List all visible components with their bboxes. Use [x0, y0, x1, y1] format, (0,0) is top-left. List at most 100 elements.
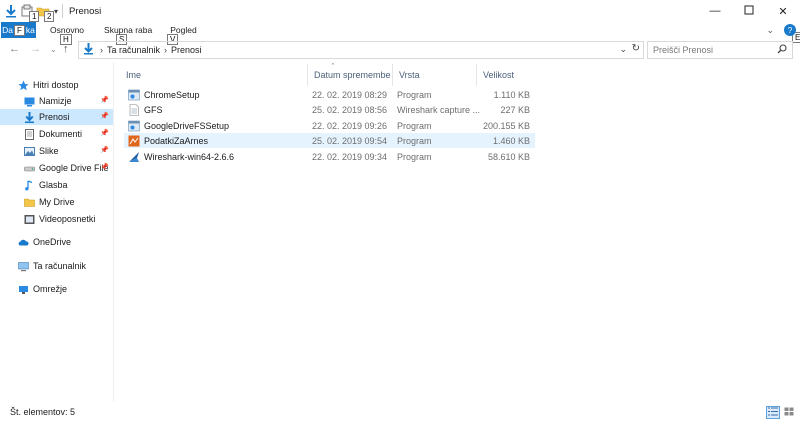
status-bar: Št. elementov: 5: [0, 402, 800, 422]
table-row[interactable]: Wireshark-win64-2.6.6 22. 02. 2019 09:34…: [124, 149, 535, 164]
sidebar-item-music[interactable]: Glasba: [0, 177, 113, 193]
breadcrumb-chevron-icon[interactable]: ›: [164, 45, 167, 55]
sidebar-item-label: Videoposnetki: [39, 214, 96, 224]
column-header-name[interactable]: Ime: [120, 64, 308, 86]
file-date: 25. 02. 2019 09:54: [312, 135, 388, 146]
maximize-button[interactable]: [732, 0, 766, 22]
capture-file-icon: [128, 103, 140, 116]
column-header-label: Ime: [126, 70, 142, 80]
file-type: Program: [397, 120, 432, 131]
file-name: Wireshark-win64-2.6.6: [144, 151, 235, 162]
program-icon: [128, 135, 140, 147]
breadcrumb-downloads[interactable]: Prenosi: [171, 45, 202, 55]
search-box[interactable]: [647, 41, 793, 59]
sidebar-item-onedrive[interactable]: OneDrive: [0, 234, 113, 250]
ribbon-tabs: Da F ka Osnovno Skupna raba Pogled ⌄ ?: [0, 22, 800, 38]
close-button[interactable]: ✕: [766, 0, 800, 22]
sidebar-item-network[interactable]: Omrežje: [0, 281, 113, 297]
sidebar-item-quick-access[interactable]: Hitri dostop: [0, 77, 113, 93]
pin-icon[interactable]: 📌: [100, 129, 109, 137]
pin-icon[interactable]: 📌: [100, 112, 109, 120]
star-icon: [18, 80, 29, 91]
pin-icon[interactable]: 📌: [100, 163, 109, 171]
sidebar-item-label: Slike: [39, 146, 59, 156]
pane-divider[interactable]: [113, 62, 114, 402]
up-arrow-icon[interactable]: ↑: [63, 43, 69, 55]
table-row[interactable]: GFS 25. 02. 2019 08:56 Wireshark capture…: [124, 102, 535, 117]
file-size: 1.460 KB: [492, 135, 530, 146]
tab-share[interactable]: Skupna raba: [104, 25, 152, 35]
cloud-icon: [18, 237, 29, 248]
navigation-pane: Hitri dostop Namizje 📌 Prenosi 📌 Dokumen…: [0, 62, 113, 402]
file-name: ChromeSetup: [144, 89, 200, 100]
pin-icon[interactable]: 📌: [100, 96, 109, 104]
file-name-cell: ChromeSetup: [128, 87, 200, 102]
window-title: Prenosi: [69, 5, 102, 17]
file-name-cell: GFS: [128, 102, 163, 117]
qat-dropdown-icon[interactable]: ▾: [54, 7, 58, 16]
tab-home[interactable]: Osnovno: [50, 25, 84, 35]
details-view-icon: [768, 407, 778, 418]
music-icon: [24, 179, 35, 191]
column-header-type[interactable]: Vrsta: [393, 64, 478, 86]
sidebar-item-label: OneDrive: [33, 237, 72, 247]
sidebar-item-label: Glasba: [39, 180, 68, 190]
back-arrow-icon[interactable]: ←: [9, 43, 20, 55]
details-view-button[interactable]: [766, 406, 780, 419]
column-header-size[interactable]: Velikost: [477, 64, 535, 86]
tab-view[interactable]: Pogled: [170, 25, 196, 35]
expand-ribbon-icon[interactable]: ⌄: [766, 25, 774, 36]
file-name: GoogleDriveFSSetup: [144, 120, 230, 131]
file-date: 22. 02. 2019 08:29: [312, 89, 388, 100]
title-separator: [62, 4, 64, 18]
file-name-cell: PodatkiZaArnes: [128, 133, 208, 148]
file-type: Program: [397, 89, 432, 100]
table-row[interactable]: GoogleDriveFSSetup 22. 02. 2019 09:26 Pr…: [124, 118, 535, 133]
sidebar-item-this-pc[interactable]: Ta računalnik: [0, 258, 113, 274]
download-icon: [24, 111, 35, 123]
help-icon[interactable]: ?: [784, 24, 796, 36]
drive-folder-icon: [24, 163, 35, 174]
sidebar-item-videos[interactable]: Videoposnetki: [0, 211, 113, 227]
table-row[interactable]: ChromeSetup 22. 02. 2019 08:29 Program 1…: [124, 87, 535, 102]
pin-icon[interactable]: 📌: [100, 146, 109, 154]
sidebar-item-label: Ta računalnik: [33, 261, 87, 271]
sidebar-item-google-drive-file[interactable]: Google Drive File 📌: [0, 160, 113, 176]
search-input[interactable]: [653, 45, 773, 55]
file-type: Program: [397, 151, 432, 162]
forward-arrow-icon[interactable]: →: [30, 43, 41, 55]
table-row[interactable]: PodatkiZaArnes 25. 02. 2019 09:54 Progra…: [124, 133, 535, 148]
sidebar-item-documents[interactable]: Dokumenti 📌: [0, 126, 113, 142]
breadcrumb-chevron-icon[interactable]: ›: [100, 45, 103, 55]
tab-file[interactable]: Da F ka: [1, 22, 36, 38]
file-type: Program: [397, 135, 432, 146]
close-icon: ✕: [778, 5, 788, 18]
documents-icon: [24, 128, 35, 140]
folder-icon: [24, 197, 35, 208]
file-name: GFS: [144, 104, 163, 115]
download-arrow-icon[interactable]: [4, 4, 18, 18]
file-size: 200.155 KB: [482, 120, 530, 131]
desktop-icon: [24, 96, 35, 107]
file-name: PodatkiZaArnes: [144, 135, 209, 146]
column-header-label: Datum spremembe: [314, 70, 391, 80]
large-icons-view-button[interactable]: [782, 406, 796, 419]
column-header-date[interactable]: Datum spremembe: [308, 64, 393, 86]
sidebar-item-desktop[interactable]: Namizje 📌: [0, 93, 113, 109]
sidebar-item-downloads[interactable]: Prenosi 📌: [0, 109, 113, 125]
file-size: 58.610 KB: [487, 151, 530, 162]
sidebar-item-label: My Drive: [39, 197, 75, 207]
address-bar[interactable]: › Ta računalnik › Prenosi ⌄ ↻: [78, 41, 644, 59]
recent-locations-icon[interactable]: ⌄: [50, 45, 57, 54]
address-dropdown-icon[interactable]: ⌄: [619, 44, 627, 55]
sidebar-item-label: Dokumenti: [39, 129, 83, 139]
refresh-icon[interactable]: ↻: [632, 43, 640, 54]
large-icons-view-icon: [784, 407, 794, 418]
minimize-button[interactable]: —: [698, 0, 732, 22]
sidebar-item-my-drive[interactable]: My Drive: [0, 194, 113, 210]
sidebar-item-label: Namizje: [39, 96, 72, 106]
breadcrumb-this-pc[interactable]: Ta računalnik: [107, 45, 160, 55]
sidebar-item-pictures[interactable]: Slike 📌: [0, 143, 113, 159]
file-type: Wireshark capture ...: [397, 104, 481, 115]
ribbon-right-controls: ⌄ ?: [766, 24, 796, 36]
